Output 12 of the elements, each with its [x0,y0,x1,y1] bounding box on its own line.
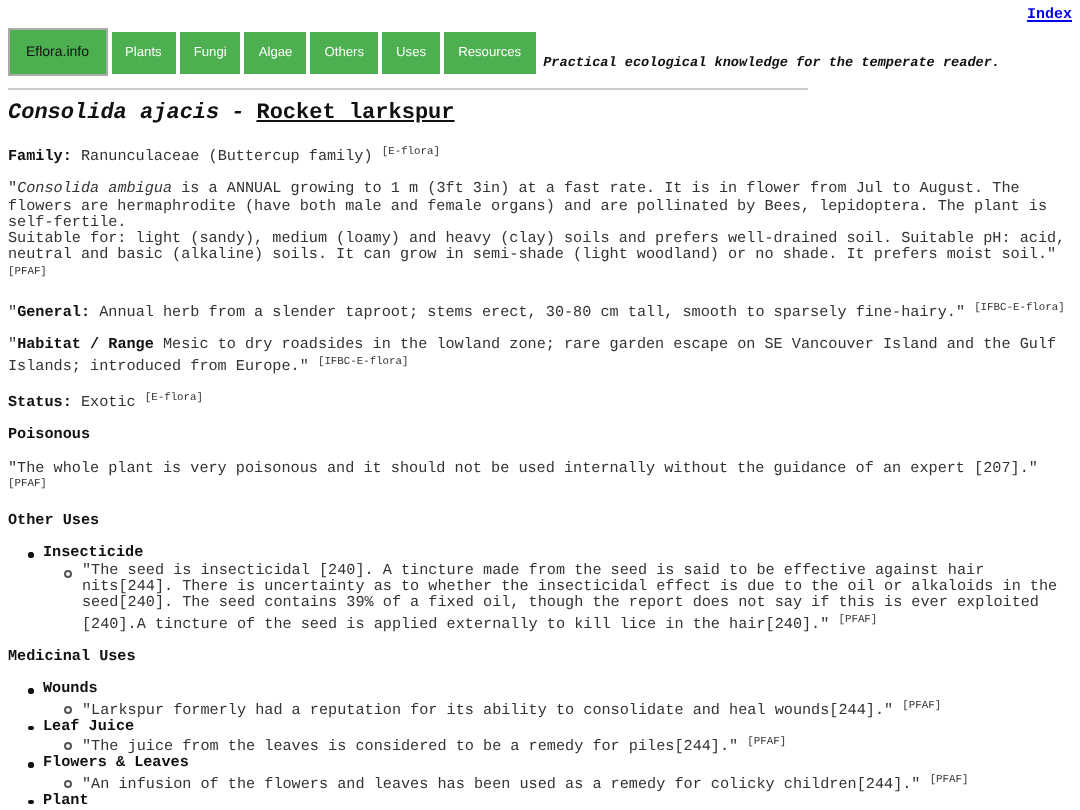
bullet-icon [28,725,33,731]
circle-bullet-icon [64,779,72,788]
bullet-icon [28,762,33,768]
bullet-icon [28,799,33,805]
common-name-link[interactable]: Rocket larkspur [256,102,455,126]
bullet-icon [28,688,33,694]
circle-bullet-icon [64,742,72,751]
circle-bullet-icon [64,705,72,714]
latin-name: Consolida ajacis [8,102,220,126]
title-separator: - [231,102,245,126]
circle-bullet-icon [64,569,72,578]
bullet-icon [28,552,33,558]
